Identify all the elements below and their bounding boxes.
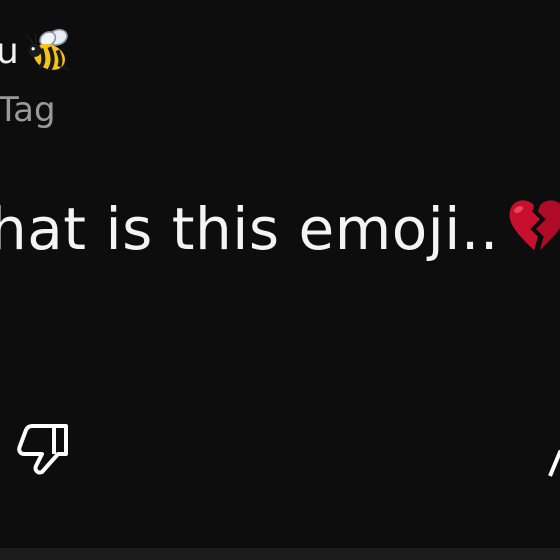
comment-screen: u Tag hat is this emoji.. — [0, 0, 560, 560]
broken-heart-icon — [509, 200, 560, 251]
comment-text: hat is this emoji.. — [0, 195, 499, 263]
author-name[interactable]: u — [0, 34, 19, 70]
author-tag: Tag — [0, 90, 56, 130]
partial-action-button[interactable] — [548, 448, 560, 478]
arrow-up-icon — [548, 450, 560, 477]
author-row: u — [0, 26, 77, 78]
dislike-button[interactable] — [14, 420, 72, 478]
bottom-bar — [0, 548, 560, 560]
thumbs-down-icon — [17, 424, 68, 475]
comment-body: hat is this emoji.. — [0, 200, 560, 258]
honeybee-icon — [26, 28, 71, 72]
